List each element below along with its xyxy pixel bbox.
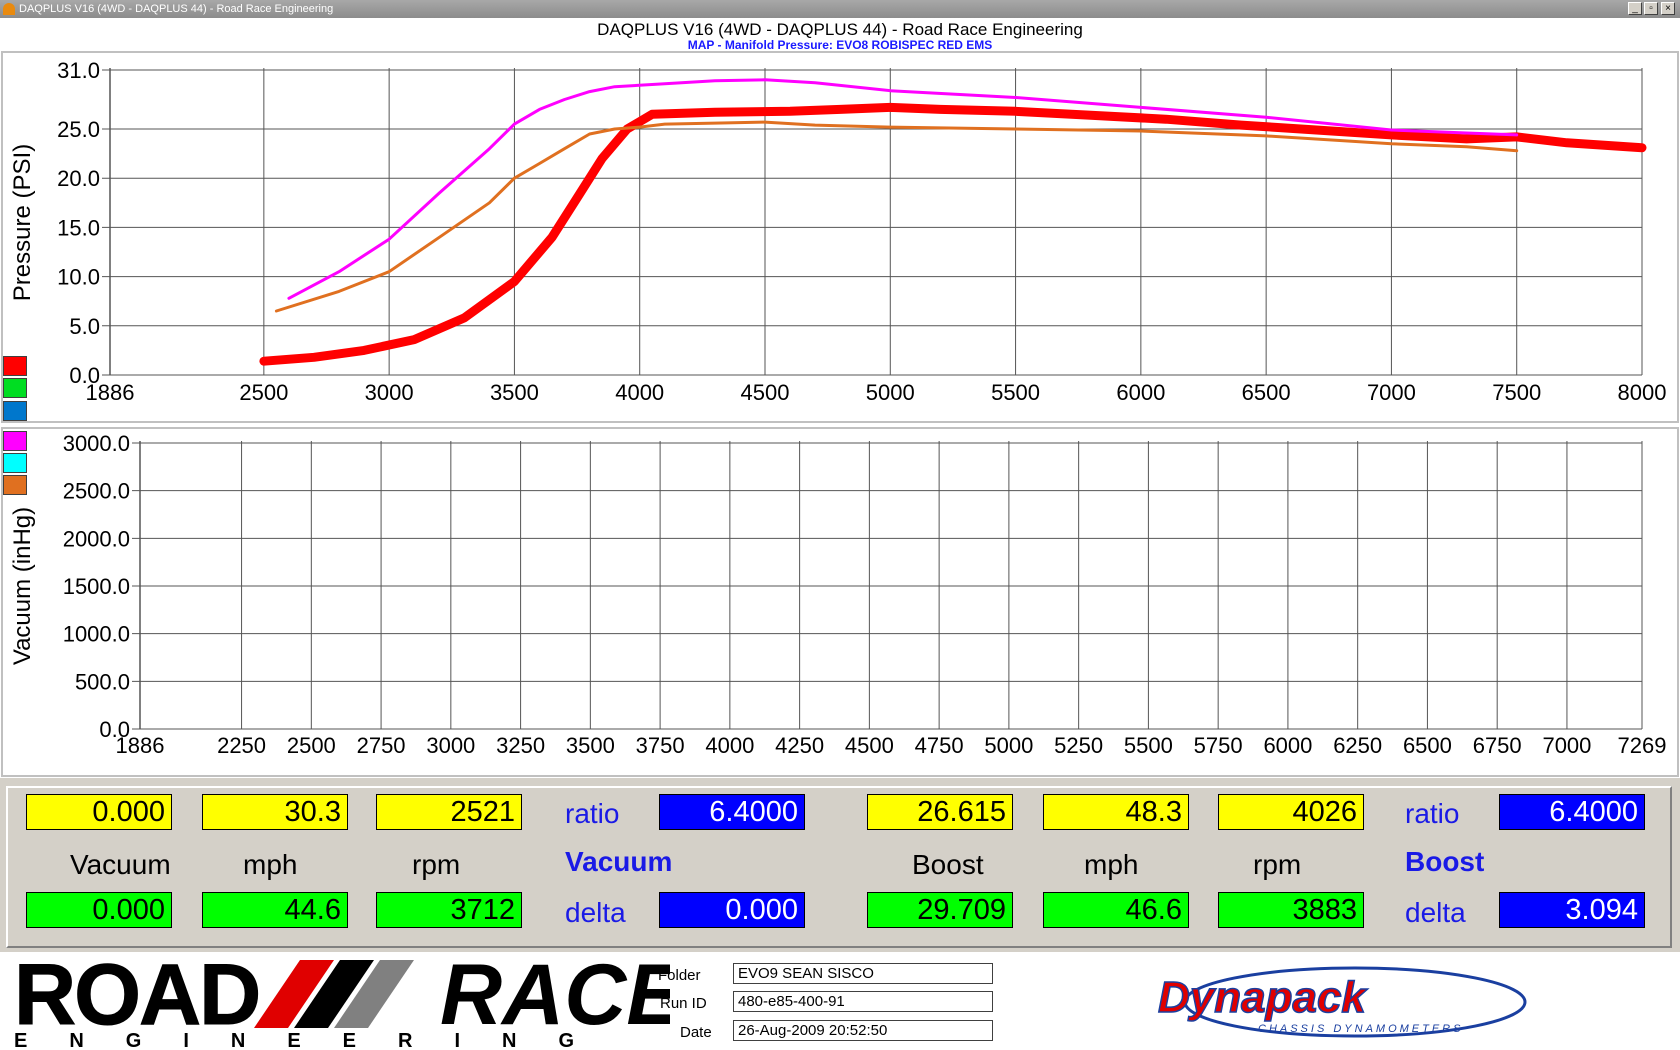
vacuum-x-tick-label: 6000: [1263, 733, 1312, 758]
vacuum-y-tick-label: 2500.0: [63, 479, 130, 504]
vacuum-y-tick-label: 1500.0: [63, 574, 130, 599]
vacuum-x-tick-label: 4250: [775, 733, 824, 758]
legend-swatch-6[interactable]: [3, 475, 27, 495]
vacuum-x-tick-label: 5250: [1054, 733, 1103, 758]
vacuum-x-tick-label: 5500: [1124, 733, 1173, 758]
rpm-top-value: 2521: [376, 794, 522, 830]
legend-swatch-2[interactable]: [3, 378, 27, 398]
folder-label: Folder: [658, 967, 701, 984]
vacuum-x-tick-label: 3500: [566, 733, 615, 758]
pressure-y-axis-label: Pressure (PSI): [9, 144, 36, 301]
pressure-x-tick-label: 3500: [490, 380, 539, 405]
pressure-x-tick-label: 6500: [1242, 380, 1291, 405]
pressure-y-tick-label: 25.0: [57, 117, 100, 142]
pressure-x-tick-label: 4500: [741, 380, 790, 405]
vacuum-x-tick-label: 5750: [1194, 733, 1243, 758]
boost-rpm-top-value: 4026: [1218, 794, 1364, 830]
vacuum-x-tick-label: 2250: [217, 733, 266, 758]
pressure-series-line-3: [274, 120, 1519, 313]
legend-swatch-4[interactable]: [3, 431, 27, 451]
vacuum-x-tick-label: 6750: [1473, 733, 1522, 758]
boost-ratio-label: ratio: [1405, 798, 1460, 829]
mph-label: mph: [243, 849, 298, 880]
boost-section-label: Boost: [1405, 846, 1485, 877]
vacuum-y-axis-label: Vacuum (inHg): [9, 507, 36, 665]
vacuum-y-tick-label: 1000.0: [63, 622, 130, 647]
mph-top-value: 30.3: [202, 794, 348, 830]
date-label: Date: [680, 1024, 712, 1041]
boost-mph-bottom-value: 46.6: [1043, 892, 1189, 928]
vacuum-x-tick-label: 6250: [1333, 733, 1382, 758]
vacuum-y-tick-label: 2000.0: [63, 526, 130, 551]
folder-field: EVO9 SEAN SISCO: [733, 963, 993, 984]
rpm-bottom-value: 3712: [376, 892, 522, 928]
boost-mph-top-value: 48.3: [1043, 794, 1189, 830]
legend-swatch-3[interactable]: [3, 401, 27, 421]
pressure-y-tick-label: 10.0: [57, 265, 100, 290]
pressure-y-tick-label: 5.0: [69, 314, 100, 339]
vacuum-x-tick-label: 2750: [357, 733, 406, 758]
pressure-x-tick-label: 7000: [1367, 380, 1416, 405]
vacuum-x-tick-label: 5000: [984, 733, 1033, 758]
vacuum-y-tick-label: 500.0: [75, 669, 130, 694]
pressure-x-tick-label: 2500: [239, 380, 288, 405]
vacuum-ratio-value: 6.4000: [659, 794, 805, 830]
legend-swatch-5[interactable]: [3, 453, 27, 473]
logo-subtitle: ENGINEERING: [14, 1030, 616, 1050]
vacuum-x-tick-label: 6500: [1403, 733, 1452, 758]
dynapack-subtitle: CHASSIS DYNAMOMETERS: [1258, 1023, 1463, 1035]
vacuum-x-tick-label: 7269: [1618, 733, 1667, 758]
vacuum-x-tick-label: 3000: [426, 733, 475, 758]
boost-ratio-value: 6.4000: [1499, 794, 1645, 830]
pressure-x-tick-label: 4000: [615, 380, 664, 405]
vacuum-x-tick-label: 3250: [496, 733, 545, 758]
pressure-x-tick-label: 5000: [866, 380, 915, 405]
vacuum-panel-frame: [1, 427, 1679, 777]
charts-svg: 1886 2500 3000 3500 4000 4500 5000 5500 6000 6500…: [1, 51, 1679, 777]
vacuum-x-tick-label: 4500: [845, 733, 894, 758]
dynapack-wordmark: Dynapack: [1158, 973, 1368, 1022]
vacuum-label: Vacuum: [70, 849, 171, 880]
date-field: 26-Aug-2009 20:52:50: [733, 1020, 993, 1041]
boost-mph-label: mph: [1084, 849, 1139, 880]
runid-label: Run ID: [660, 995, 707, 1012]
mph-bottom-value: 44.6: [202, 892, 348, 928]
vacuum-y-tick-label: 3000.0: [63, 431, 130, 456]
pressure-y-tick-label: 31.0: [57, 58, 100, 83]
vacuum-x-tick-label: 4000: [705, 733, 754, 758]
vacuum-bottom-value: 0.000: [26, 892, 172, 928]
pressure-x-tick-label: 6000: [1116, 380, 1165, 405]
vacuum-section-label: Vacuum: [565, 846, 673, 877]
vacuum-y-tick-label: 0.0: [99, 717, 130, 742]
pressure-x-tick-label: 5500: [991, 380, 1040, 405]
pressure-y-tick-label: 0.0: [69, 363, 100, 388]
boost-top-value: 26.615: [867, 794, 1013, 830]
pressure-y-tick-label: 20.0: [57, 166, 100, 191]
vacuum-x-tick-label: 2500: [287, 733, 336, 758]
road-race-logo: ROAD RACE ENGINEERING: [14, 952, 671, 1050]
boost-label: Boost: [912, 849, 984, 880]
pressure-y-tick-label: 15.0: [57, 215, 100, 240]
rpm-label: rpm: [412, 849, 461, 880]
dynapack-logo: Dynapack CHASSIS DYNAMOMETERS: [1157, 966, 1527, 1038]
legend-swatch-1[interactable]: [3, 356, 27, 376]
vacuum-delta-label: delta: [565, 897, 626, 928]
vacuum-x-tick-label: 3750: [636, 733, 685, 758]
vacuum-ratio-label: ratio: [565, 798, 620, 829]
pressure-series-line-2: [287, 78, 1519, 300]
boost-delta-label: delta: [1405, 897, 1466, 928]
boost-rpm-bottom-value: 3883: [1218, 892, 1364, 928]
boost-delta-value: 3.094: [1499, 892, 1645, 928]
vacuum-top-value: 0.000: [26, 794, 172, 830]
vacuum-delta-value: 0.000: [659, 892, 805, 928]
boost-rpm-label: rpm: [1253, 849, 1302, 880]
pressure-x-tick-label: 7500: [1492, 380, 1541, 405]
vacuum-x-tick-label: 4750: [915, 733, 964, 758]
pressure-x-tick-label: 3000: [365, 380, 414, 405]
runid-field: 480-e85-400-91: [733, 991, 993, 1012]
vacuum-x-tick-label: 7000: [1542, 733, 1591, 758]
pressure-x-tick-label: 8000: [1618, 380, 1667, 405]
boost-bottom-value: 29.709: [867, 892, 1013, 928]
